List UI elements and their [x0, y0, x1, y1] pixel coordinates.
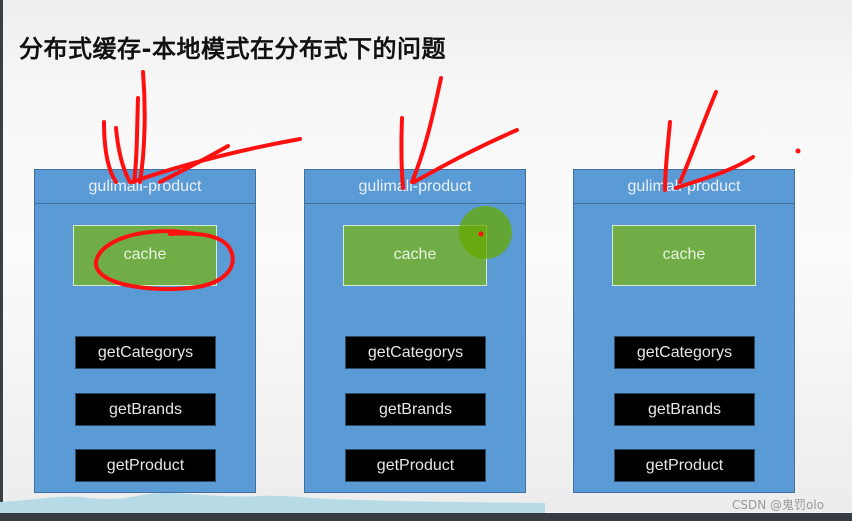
- watermark: CSDN @鬼罚olo: [732, 498, 825, 512]
- method-box-get-brands: getBrands: [614, 393, 755, 426]
- window-left-edge: [0, 0, 3, 521]
- player-bottom-bar: [0, 513, 852, 521]
- node-title: gulimall-product: [574, 170, 794, 204]
- node-title: gulimall-product: [305, 170, 525, 204]
- service-node-3: gulimall-product cache getCategorys getB…: [573, 169, 795, 493]
- method-box-get-brands: getBrands: [345, 393, 486, 426]
- pointer-highlight-icon: [459, 206, 512, 259]
- method-box-get-categorys: getCategorys: [75, 336, 216, 369]
- cache-box: cache: [73, 225, 217, 286]
- cache-box: cache: [612, 225, 756, 286]
- method-box-get-product: getProduct: [345, 449, 486, 482]
- node-title: gulimall-product: [35, 170, 255, 204]
- slide-title: 分布式缓存-本地模式在分布式下的问题: [19, 35, 446, 63]
- method-box-get-categorys: getCategorys: [614, 336, 755, 369]
- method-box-get-brands: getBrands: [75, 393, 216, 426]
- service-node-1: gulimall-product cache getCategorys getB…: [34, 169, 256, 493]
- method-box-get-categorys: getCategorys: [345, 336, 486, 369]
- method-box-get-product: getProduct: [75, 449, 216, 482]
- decorative-wave: [0, 492, 545, 513]
- method-box-get-product: getProduct: [614, 449, 755, 482]
